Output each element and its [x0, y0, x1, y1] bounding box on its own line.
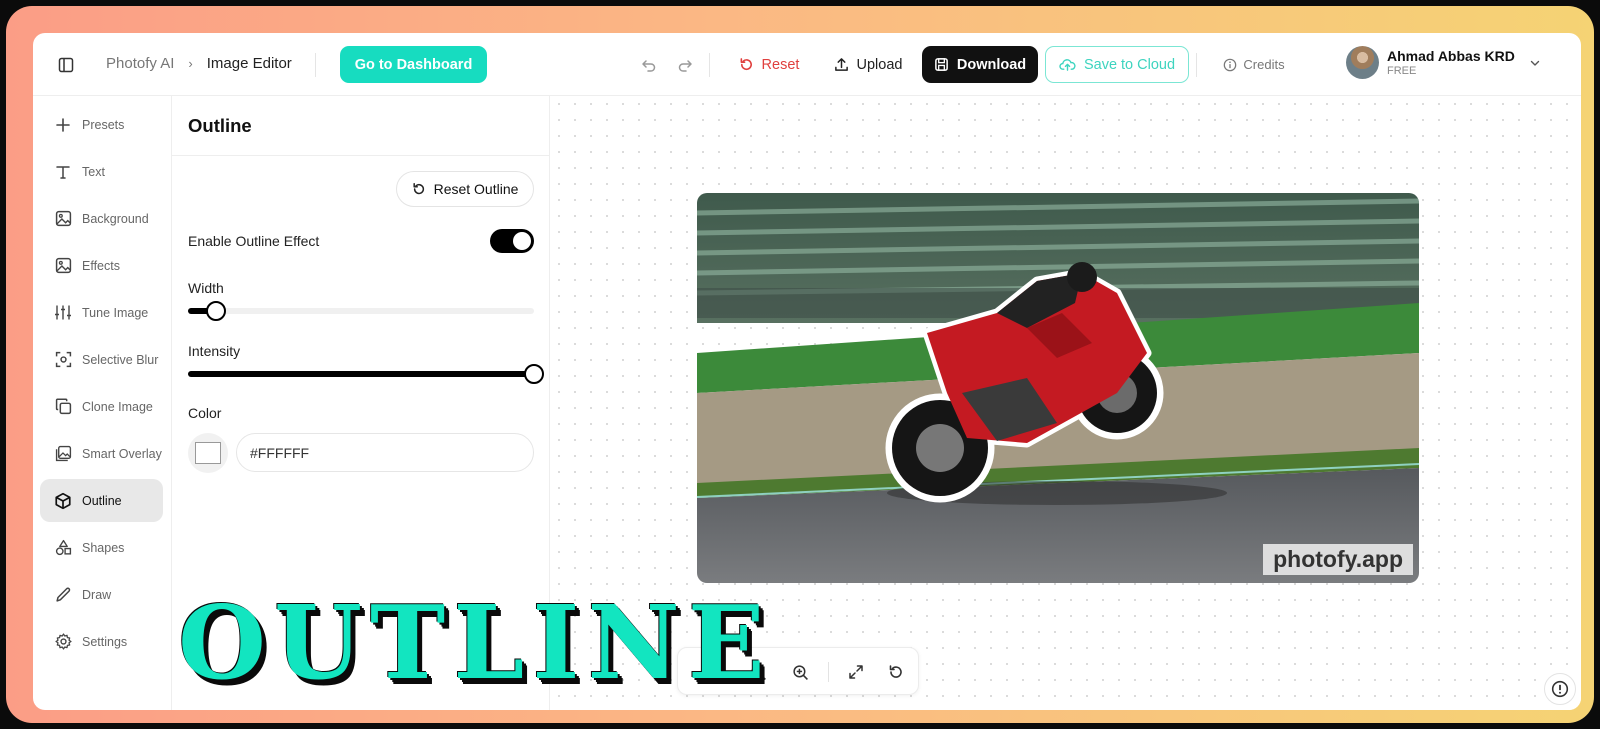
sidebar-item-clone-image[interactable]: Clone Image: [40, 385, 163, 428]
info-icon: [1224, 58, 1237, 71]
sidebar-item-label: Effects: [82, 258, 120, 273]
reset-outline-button[interactable]: Reset Outline: [396, 171, 534, 207]
sidebar-item-label: Background: [82, 211, 149, 226]
intensity-slider[interactable]: [188, 364, 544, 384]
gear-icon: [52, 631, 74, 653]
color-hex-input[interactable]: [236, 433, 534, 472]
color-swatch-button[interactable]: [188, 433, 228, 473]
sidebar-item-label: Shapes: [82, 540, 125, 555]
breadcrumb-separator: ›: [188, 56, 193, 71]
toggle-knob: [513, 232, 531, 250]
focus-icon: [52, 349, 74, 371]
image-icon: [52, 208, 74, 230]
reset-label: Reset: [761, 56, 800, 73]
sidebar-item-text[interactable]: Text: [40, 150, 163, 193]
pencil-icon: [52, 584, 74, 606]
zoom-in-icon[interactable]: [790, 662, 810, 682]
reset-icon: [740, 58, 752, 71]
shapes-icon: [52, 537, 74, 559]
help-info-icon[interactable]: [1544, 673, 1576, 705]
sidebar-item-outline[interactable]: Outline: [40, 479, 163, 522]
panel-title: Outline: [188, 114, 252, 136]
intensity-label: Intensity: [188, 343, 241, 359]
color-swatch: [195, 442, 221, 464]
breadcrumb-root[interactable]: Photofy AI: [106, 55, 174, 72]
sidebar-item-label: Outline: [82, 493, 122, 508]
divider: [1196, 53, 1197, 77]
overlay-title-text: OUTLINE: [178, 583, 773, 702]
save-icon: [934, 58, 948, 71]
cloud-upload-icon: [1059, 59, 1076, 71]
sidebar-item-background[interactable]: Background: [40, 197, 163, 240]
save-to-cloud-button[interactable]: Save to Cloud: [1045, 46, 1189, 83]
credits-label: Credits: [1243, 57, 1285, 72]
sidebar-toggle-icon[interactable]: [55, 54, 77, 76]
sidebar-item-label: Draw: [82, 587, 112, 602]
panel-header: Outline: [172, 96, 549, 156]
sidebar-item-label: Text: [82, 164, 105, 179]
sidebar-item-label: Selective Blur: [82, 352, 159, 367]
sidebar-item-draw[interactable]: Draw: [40, 573, 163, 616]
plus-icon: [52, 114, 74, 136]
text-icon: [52, 161, 74, 183]
reset-zoom-icon[interactable]: [886, 662, 906, 682]
layers-image-icon: [52, 443, 74, 465]
divider: [828, 662, 829, 682]
enable-outline-toggle[interactable]: [490, 229, 534, 253]
cube-icon: [52, 490, 74, 512]
chevron-down-icon: [1530, 60, 1540, 66]
upload-icon: [834, 58, 848, 71]
breadcrumb: Photofy AI › Image Editor: [106, 55, 292, 72]
reset-button[interactable]: Reset: [733, 46, 805, 83]
divider: [709, 53, 710, 77]
intensity-slider-thumb[interactable]: [524, 364, 544, 384]
sidebar-item-presets[interactable]: Presets: [40, 103, 163, 146]
sidebar-item-label: Tune Image: [82, 305, 149, 320]
tool-sidebar: Presets Text Background Effects Tune Ima…: [33, 96, 172, 710]
save-to-cloud-label: Save to Cloud: [1083, 56, 1176, 73]
user-menu[interactable]: Ahmad Abbas KRD FREE: [1346, 46, 1541, 79]
sidebar-item-shapes[interactable]: Shapes: [40, 526, 163, 569]
sidebar-item-settings[interactable]: Settings: [40, 620, 163, 663]
user-name: Ahmad Abbas KRD: [1387, 47, 1515, 64]
reset-outline-label: Reset Outline: [433, 181, 519, 197]
rotate-ccw-icon: [413, 183, 424, 195]
breadcrumb-current: Image Editor: [206, 55, 292, 72]
top-bar: Photofy AI › Image Editor Go to Dashboar…: [33, 33, 1581, 96]
avatar: [1346, 46, 1379, 79]
divider: [315, 53, 316, 77]
motorcycle-photo: [697, 193, 1419, 583]
sidebar-item-label: Clone Image: [82, 399, 153, 414]
sidebar-item-tune-image[interactable]: Tune Image: [40, 291, 163, 334]
image-icon: [52, 255, 74, 277]
color-label: Color: [188, 405, 222, 421]
download-label: Download: [956, 56, 1027, 73]
go-to-dashboard-button[interactable]: Go to Dashboard: [340, 46, 487, 83]
copy-icon: [52, 396, 74, 418]
sidebar-item-label: Settings: [82, 634, 128, 649]
sidebar-item-label: Presets: [82, 117, 125, 132]
user-plan: FREE: [1387, 64, 1417, 77]
fit-screen-icon[interactable]: [846, 662, 866, 682]
intensity-slider-fill: [188, 371, 534, 377]
download-button[interactable]: Download: [922, 46, 1038, 83]
sidebar-item-label: Smart Overlay: [82, 446, 162, 461]
upload-button[interactable]: Upload: [828, 46, 908, 83]
sliders-icon: [52, 302, 74, 324]
sidebar-item-selective-blur[interactable]: Selective Blur: [40, 338, 163, 381]
width-slider-thumb[interactable]: [205, 301, 226, 321]
sidebar-item-effects[interactable]: Effects: [40, 244, 163, 287]
upload-label: Upload: [856, 56, 903, 73]
redo-icon[interactable]: [674, 54, 696, 76]
width-label: Width: [188, 280, 224, 296]
credits-button[interactable]: Credits: [1219, 46, 1289, 83]
edited-image[interactable]: photofy.app: [697, 193, 1419, 583]
sidebar-item-smart-overlay[interactable]: Smart Overlay: [40, 432, 163, 475]
width-slider[interactable]: [188, 301, 534, 321]
undo-icon[interactable]: [638, 54, 660, 76]
enable-outline-label: Enable Outline Effect: [188, 233, 320, 249]
watermark: photofy.app: [1263, 544, 1413, 575]
